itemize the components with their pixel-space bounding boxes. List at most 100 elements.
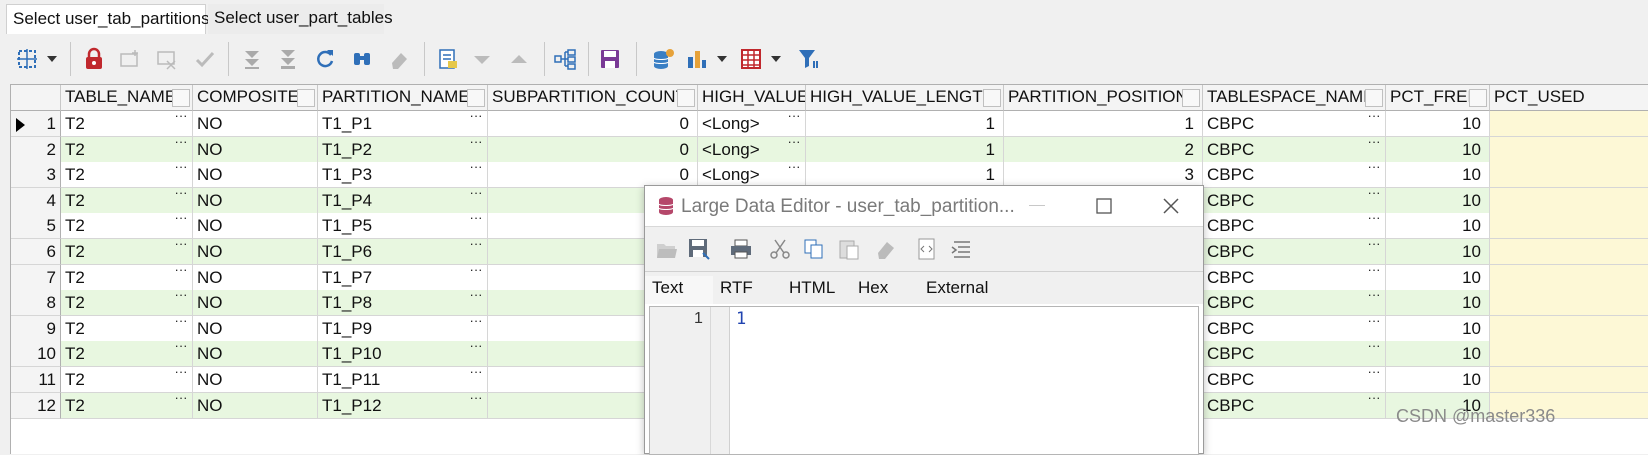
cell-edit-button[interactable]: ··· (173, 213, 189, 228)
column-header-subpartition-count[interactable]: SUBPARTITION_COUNT (488, 85, 698, 111)
row-header[interactable]: 7 (11, 264, 61, 291)
column-sort-button[interactable] (1182, 89, 1200, 107)
grid-cell-partition-position[interactable]: 1 (1004, 111, 1203, 137)
cell-edit-button[interactable]: ··· (173, 162, 189, 177)
cell-edit-button[interactable]: ··· (468, 290, 484, 305)
tab-select-user-part-tables[interactable]: Select user_part_tables (208, 4, 393, 34)
cut-icon[interactable] (768, 238, 792, 265)
column-sort-button[interactable] (467, 89, 485, 107)
column-header-partition-position[interactable]: PARTITION_POSITION (1004, 85, 1203, 111)
grid-cell-tablespace-name[interactable]: CBPC ··· (1203, 392, 1386, 419)
cell-edit-button[interactable]: ··· (1366, 393, 1382, 408)
grid-cell-tablespace-name[interactable]: CBPC ··· (1203, 111, 1386, 137)
cell-edit-button[interactable]: ··· (786, 137, 802, 152)
grid-cell-table-name[interactable]: T2 ··· (61, 111, 193, 137)
grid-cell-subpartition-count[interactable]: 0 (488, 111, 698, 137)
grid-cell-tablespace-name[interactable]: CBPC ··· (1203, 290, 1386, 317)
editor-content[interactable]: 1 (736, 309, 746, 329)
delete-record-icon[interactable] (152, 44, 182, 74)
grid-cell-pct-used[interactable] (1490, 239, 1648, 265)
cell-edit-button[interactable]: ··· (1366, 162, 1382, 177)
grid-cell-partition-name[interactable]: T1_P8 ··· (318, 290, 488, 317)
cell-edit-button[interactable]: ··· (468, 111, 484, 126)
cell-edit-button[interactable]: ··· (1366, 188, 1382, 203)
grid-cell-partition-name[interactable]: T1_P6 ··· (318, 239, 488, 265)
grid-cell-pct-free[interactable]: 10 (1386, 290, 1490, 317)
row-header[interactable]: 4 (11, 187, 61, 214)
grid-cell-partition-name[interactable]: T1_P11 ··· (318, 367, 488, 393)
tab-external[interactable]: External (919, 276, 1009, 304)
row-header[interactable]: 10 (11, 341, 61, 368)
clear-icon[interactable] (874, 238, 898, 265)
grid-cell-composite[interactable]: NO (193, 162, 318, 189)
chevron-down-icon[interactable] (42, 44, 62, 74)
row-header[interactable]: 3 (11, 162, 61, 189)
cell-edit-button[interactable]: ··· (468, 188, 484, 203)
grid-cell-pct-used[interactable] (1490, 367, 1648, 393)
grid-cell-pct-used[interactable] (1490, 264, 1648, 291)
select-mode-icon[interactable] (12, 44, 42, 74)
cell-edit-button[interactable]: ··· (1366, 341, 1382, 356)
grid-cell-pct-free[interactable]: 10 (1386, 162, 1490, 189)
grid-cell-tablespace-name[interactable]: CBPC ··· (1203, 264, 1386, 291)
tab-html[interactable]: HTML (782, 276, 851, 304)
format-code-icon[interactable] (916, 238, 938, 265)
cell-edit-button[interactable]: ··· (1366, 367, 1382, 382)
grid-cell-partition-name[interactable]: T1_P12 ··· (318, 392, 488, 419)
grid-cell-pct-used[interactable] (1490, 187, 1648, 214)
post-edit-icon[interactable] (190, 44, 220, 74)
grid-cell-table-name[interactable]: T2 ··· (61, 239, 193, 265)
maximize-icon[interactable] (1096, 198, 1112, 219)
single-record-view-icon[interactable] (433, 44, 463, 74)
grid-cell-composite[interactable]: NO (193, 290, 318, 317)
grid-cell-composite[interactable]: NO (193, 187, 318, 214)
column-sort-button[interactable] (297, 89, 315, 107)
grid-layout-icon[interactable] (736, 44, 766, 74)
cell-edit-button[interactable]: ··· (468, 341, 484, 356)
cell-edit-button[interactable]: ··· (173, 188, 189, 203)
cell-edit-button[interactable]: ··· (1366, 239, 1382, 254)
grid-cell-partition-name[interactable]: T1_P1 ··· (318, 111, 488, 137)
find-icon[interactable] (347, 44, 377, 74)
refresh-icon[interactable] (310, 44, 340, 74)
cell-edit-button[interactable]: ··· (173, 367, 189, 382)
cell-edit-button[interactable]: ··· (173, 341, 189, 356)
grid-cell-pct-used[interactable] (1490, 290, 1648, 317)
cell-edit-button[interactable]: ··· (468, 367, 484, 382)
grid-cell-tablespace-name[interactable]: CBPC ··· (1203, 187, 1386, 214)
cell-edit-button[interactable]: ··· (468, 316, 484, 331)
grid-cell-table-name[interactable]: T2 ··· (61, 264, 193, 291)
grid-cell-high-value[interactable]: <Long> ··· (698, 111, 806, 137)
row-header[interactable]: 5 (11, 213, 61, 240)
cell-edit-button[interactable]: ··· (468, 162, 484, 177)
grid-cell-partition-name[interactable]: T1_P2 ··· (318, 136, 488, 163)
grid-cell-partition-name[interactable]: T1_P3 ··· (318, 162, 488, 189)
grid-cell-table-name[interactable]: T2 ··· (61, 290, 193, 317)
save-icon[interactable] (595, 44, 625, 74)
cell-edit-button[interactable]: ··· (1366, 213, 1382, 228)
clear-icon[interactable] (384, 44, 414, 74)
row-header[interactable]: 1 (11, 111, 61, 137)
grid-cell-pct-used[interactable] (1490, 341, 1648, 368)
cell-edit-button[interactable]: ··· (786, 111, 802, 126)
grid-cell-partition-name[interactable]: T1_P10 ··· (318, 341, 488, 368)
minimize-icon[interactable] (1029, 205, 1045, 206)
cell-edit-button[interactable]: ··· (1366, 137, 1382, 152)
cell-edit-button[interactable]: ··· (468, 239, 484, 254)
cell-edit-button[interactable]: ··· (468, 265, 484, 280)
paste-icon[interactable] (837, 238, 861, 265)
export-database-icon[interactable] (648, 44, 678, 74)
cell-edit-button[interactable]: ··· (173, 111, 189, 126)
grid-cell-table-name[interactable]: T2 ··· (61, 367, 193, 393)
grid-cell-tablespace-name[interactable]: CBPC ··· (1203, 341, 1386, 368)
column-sort-button[interactable] (983, 89, 1001, 107)
row-header[interactable]: 2 (11, 136, 61, 163)
tab-hex[interactable]: Hex (851, 276, 919, 304)
row-header[interactable]: 12 (11, 392, 61, 419)
grid-cell-composite[interactable]: NO (193, 136, 318, 163)
cell-edit-button[interactable]: ··· (173, 265, 189, 280)
column-header-pct-used[interactable]: PCT_USED (1490, 85, 1648, 111)
grid-cell-pct-used[interactable] (1490, 315, 1648, 342)
grid-cell-pct-free[interactable]: 10 (1386, 367, 1490, 393)
cell-edit-button[interactable]: ··· (1366, 111, 1382, 126)
